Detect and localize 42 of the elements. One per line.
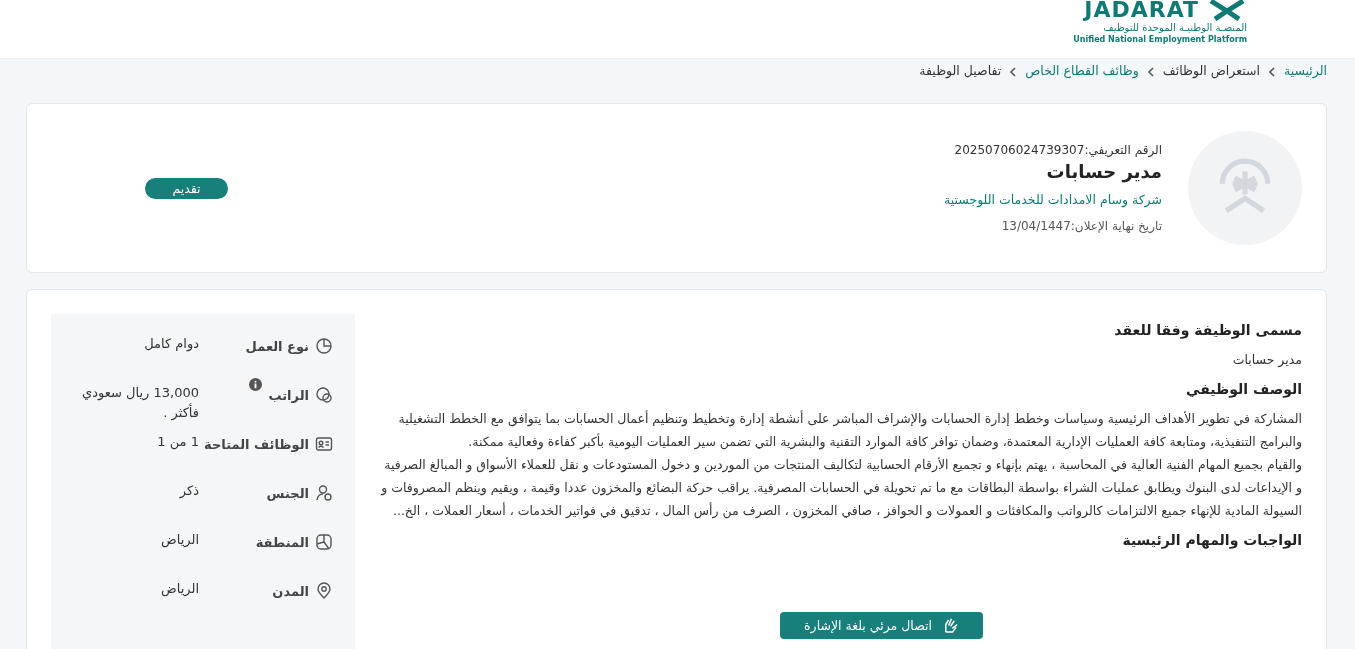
detail-value: 1 من 1 (156, 433, 199, 452)
location-pin-icon (315, 582, 333, 600)
id-card-icon (315, 435, 333, 453)
apply-button[interactable]: تقديم (145, 177, 228, 199)
person-icon (315, 484, 333, 502)
pie-chart-icon (315, 337, 333, 355)
logo-emblem-icon (1207, 0, 1247, 21)
company-link[interactable]: شركة وسام الامدادات للخدمات اللوجستية (944, 192, 1162, 207)
coin-icon (315, 386, 333, 404)
sign-language-button[interactable]: اتصال مرئي بلغة الإشارة (780, 612, 983, 639)
detail-value: الرياض (159, 531, 199, 550)
detail-label: نوع العمل (245, 338, 309, 354)
chevron-icon (1146, 67, 1155, 77)
breadcrumb-link[interactable]: الرئيسية (1283, 63, 1327, 78)
logo-wordmark[interactable]: JADARAT (1084, 0, 1199, 21)
deadline-date: تاريخ نهاية الإعلان:13/04/1447 (1001, 219, 1162, 233)
map-icon (315, 533, 333, 551)
detail-value: الرياض (159, 580, 199, 599)
detail-label: الوظائف المتاحة (204, 436, 309, 452)
detail-value: دوام كامل (143, 335, 199, 354)
breadcrumb-link[interactable]: وظائف القطاع الخاص (1025, 63, 1139, 78)
job-id: الرقم التعريفي:20250706024739307 (954, 143, 1162, 157)
detail-value: 13,000 ريال سعودي فأكثر . (81, 384, 199, 423)
detail-label: الجنس (266, 485, 309, 501)
section-text: المشاركة في تطوير الأهداف الرئيسية وسياسات وخطط إدارة الحسابات والإشراف المباشر على أنشطة إدارة وتخطيط وتنظيم أعمال الحسابات بما يتوافق مع الخطط التشغيلية والبرامج التنفيذية، ومتابعة كافة العمليات الإدارية المعتمدة، وضمان توافر كافة الموارد التقنية والبشرية التي تضمن سير العمليات اليومية بأكبر كفاءة وفعالية ممكنة. (397, 409, 1302, 452)
detail-label: الراتب (268, 387, 309, 403)
detail-label: المدن (272, 583, 309, 599)
logo-subtitle: Unified National Employment Platform (1073, 34, 1247, 45)
chevron-icon (1267, 67, 1276, 77)
section-heading: مسمى الوظيفة وفقا للعقد (1113, 322, 1302, 338)
chevron-icon (1009, 67, 1018, 77)
breadcrumb-label: استعراض الوظائف (1162, 63, 1260, 78)
section-heading: الوصف الوظيفي (1185, 381, 1302, 397)
detail-value: ذكر (178, 482, 199, 501)
info-icon[interactable] (249, 378, 263, 391)
breadcrumb-label: تفاصيل الوظيفة (919, 63, 1002, 78)
section-text: والقيام بجميع المهام الفنية العالية في المحاسبة ، يهتم بإنهاء و تجميع الأرقام الحسابية لتكاليف المنتجات من الموردين و دخول المستودعات و نقل للعملاء الأسواق و المبالغ الصرفية و الإيداعات لدى البنوك ويطابق عمليات الشراء بواسطة البطاقات مع ما تم تحويلة في الحسابات المصرفية. يراقب حركة البضائع والمخزون عددا وقيمة ، ويقيم وينظم المصروفات و السيولة المادية للإنهاء جميع الالتزامات كالرواتب والمكافئات و العمولات و الحوافز ، صافي المخزون ، الصرف من رأس المال ، تدقيق في فواتير الخدمات ، أسعار العملات ، الخ... (379, 456, 1302, 521)
section-text: مدير حسابات (1231, 351, 1302, 369)
section-heading: الواجبات والمهام الرئيسية (1121, 532, 1302, 548)
logo-subtitle: المنصـة الوطنيـة الموحدة للتوظيف (1103, 21, 1247, 34)
job-title: مدير حسابات (1046, 161, 1162, 182)
detail-label: المنطقة (255, 534, 309, 550)
